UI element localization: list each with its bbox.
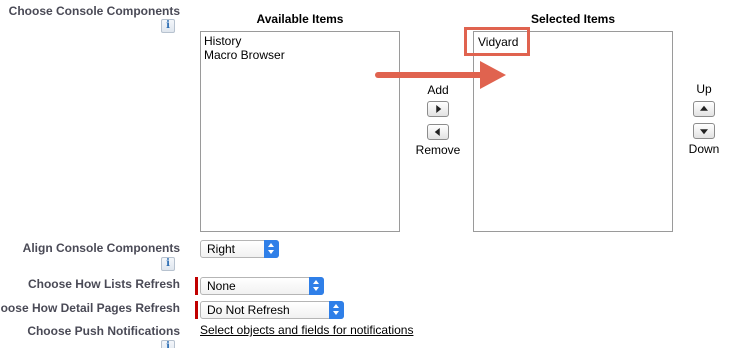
align-select-value: Right <box>207 242 236 256</box>
lists-refresh-value: None <box>207 279 236 293</box>
arrow-right-icon <box>436 105 442 113</box>
align-components-label: Align Console Components <box>22 241 180 255</box>
align-select[interactable]: Right <box>200 240 279 258</box>
move-up-button[interactable] <box>693 101 715 117</box>
info-icon[interactable]: i <box>161 19 175 33</box>
detail-refresh-value: Do Not Refresh <box>207 303 290 317</box>
console-components-label: Choose Console Components <box>8 4 180 18</box>
lists-refresh-label: Choose How Lists Refresh <box>27 277 180 291</box>
up-label: Up <box>696 82 712 96</box>
arrow-left-icon <box>434 128 440 136</box>
arrow-down-icon <box>700 129 708 135</box>
remove-label: Remove <box>415 143 461 157</box>
add-label: Add <box>427 83 449 97</box>
down-label: Down <box>688 142 720 156</box>
selected-items-heading: Selected Items <box>530 12 616 26</box>
detail-refresh-select[interactable]: Do Not Refresh <box>200 301 344 319</box>
required-indicator <box>195 277 198 295</box>
info-icon[interactable]: i <box>161 340 175 348</box>
list-item[interactable]: History <box>201 34 399 48</box>
remove-button[interactable] <box>427 124 449 140</box>
push-notifications-label: Choose Push Notifications <box>27 324 180 338</box>
arrow-up-icon <box>700 105 708 111</box>
required-indicator <box>195 301 198 319</box>
select-chevron-icon <box>309 277 324 295</box>
selected-item-highlight <box>464 27 530 56</box>
available-items-heading: Available Items <box>256 12 344 26</box>
detail-refresh-label: Choose How Detail Pages Refresh <box>0 301 180 315</box>
info-icon[interactable]: i <box>161 257 175 271</box>
available-items-list[interactable]: History Macro Browser <box>200 31 400 232</box>
move-down-button[interactable] <box>693 123 715 139</box>
select-chevron-icon <box>264 240 279 258</box>
list-item[interactable]: Macro Browser <box>201 48 399 62</box>
add-button[interactable] <box>427 101 449 117</box>
lists-refresh-select[interactable]: None <box>200 277 324 295</box>
select-chevron-icon <box>329 301 344 319</box>
push-notifications-link[interactable]: Select objects and fields for notificati… <box>200 323 413 337</box>
